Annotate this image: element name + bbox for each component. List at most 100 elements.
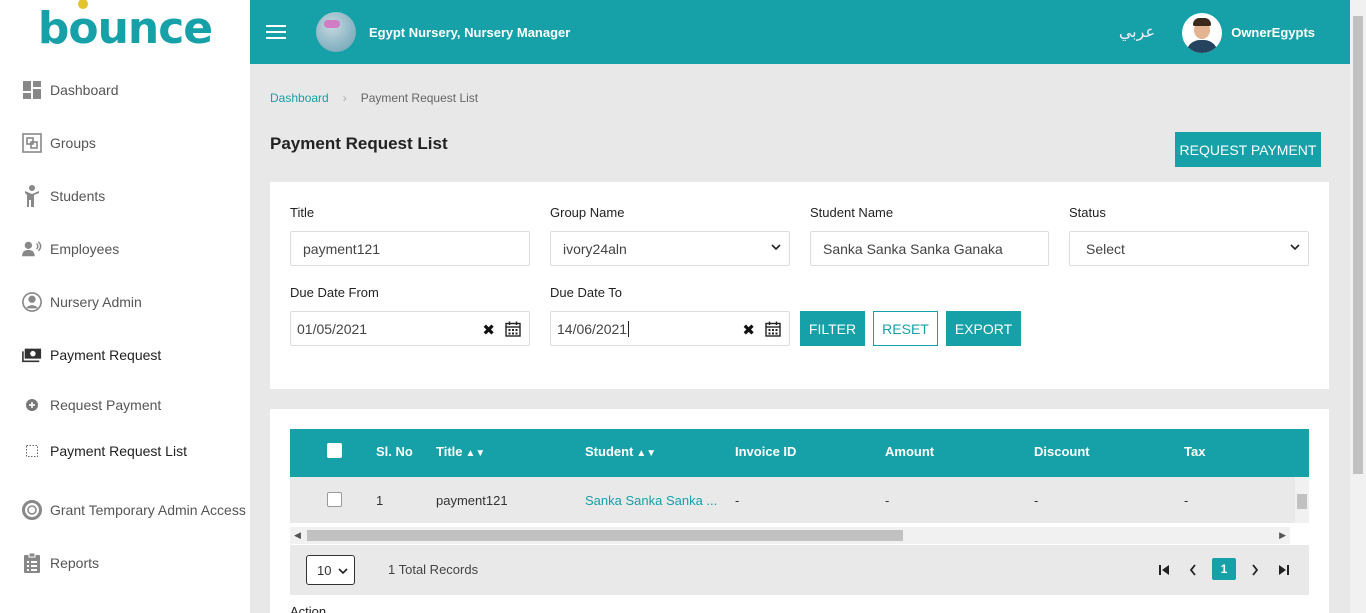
- cell-amount: -: [885, 493, 890, 508]
- due-date-from-value: 01/05/2021: [297, 320, 368, 337]
- table-vertical-scrollbar[interactable]: [1295, 477, 1309, 523]
- group-name-value: ivory24aln: [563, 240, 627, 257]
- text-cursor: [628, 320, 630, 337]
- column-student-label: Student: [585, 444, 634, 459]
- user-circle-icon: [22, 292, 42, 312]
- group-name-select[interactable]: ivory24aln: [550, 231, 790, 266]
- action-section-label: Action: [290, 604, 327, 613]
- sidebar-item-payment-request[interactable]: Payment Request: [0, 340, 250, 370]
- student-icon: [22, 185, 42, 207]
- employees-icon: [22, 239, 42, 259]
- cell-sl-no: 1: [376, 493, 384, 508]
- user-name[interactable]: OwnerEgypts: [1231, 25, 1315, 40]
- sort-icon[interactable]: ▲▼: [466, 448, 486, 459]
- breadcrumb: Dashboard › Payment Request List: [270, 91, 478, 105]
- student-name-label: Student Name: [810, 205, 894, 220]
- total-records: 1 Total Records: [388, 562, 479, 577]
- title-input-value: payment121: [303, 240, 381, 257]
- select-all-checkbox[interactable]: [327, 443, 342, 458]
- group-name-label: Group Name: [550, 205, 625, 220]
- dotted-square-icon: [24, 441, 40, 461]
- per-page-value: 10: [317, 562, 332, 578]
- sidebar-item-employees[interactable]: Employees: [0, 234, 250, 264]
- table-header: Sl. No Title ▲▼ Student ▲▼ Invoice ID Amou…: [290, 429, 1309, 477]
- row-checkbox[interactable]: [327, 492, 342, 507]
- request-payment-button[interactable]: REQUEST PAYMENT: [1175, 132, 1321, 167]
- due-date-to-value: 14/06/2021: [557, 320, 628, 337]
- status-select[interactable]: Select: [1069, 231, 1309, 266]
- breadcrumb-dashboard-link[interactable]: Dashboard: [270, 91, 329, 105]
- column-invoice-id: Invoice ID: [735, 444, 797, 459]
- clear-icon[interactable]: ✖: [742, 321, 755, 339]
- due-date-from-input[interactable]: 01/05/2021 ✖: [290, 311, 530, 346]
- column-title[interactable]: Title ▲▼: [436, 444, 485, 459]
- breadcrumb-current: Payment Request List: [360, 91, 479, 105]
- user-avatar[interactable]: [1182, 13, 1222, 53]
- sidebar-item-label: Dashboard: [50, 82, 119, 98]
- cell-title: payment121: [436, 493, 508, 508]
- cell-discount: -: [1034, 493, 1039, 508]
- sidebar-item-grant-access[interactable]: Grant Temporary Admin Access: [0, 495, 250, 525]
- last-page-icon[interactable]: [1278, 564, 1290, 576]
- sort-icon[interactable]: ▲▼: [636, 448, 656, 459]
- due-date-to-input[interactable]: 14/06/2021 ✖: [550, 311, 790, 346]
- sidebar-item-label: Groups: [50, 135, 96, 151]
- status-value: Select: [1086, 240, 1125, 257]
- sidebar-item-students[interactable]: Students: [0, 181, 250, 211]
- calendar-icon[interactable]: [505, 321, 521, 337]
- reset-button[interactable]: RESET: [873, 311, 938, 346]
- table-row[interactable]: 1 payment121 Sanka Sanka Sanka ... - - -…: [290, 477, 1309, 523]
- dashboard-icon: [22, 80, 42, 100]
- column-amount: Amount: [885, 444, 935, 459]
- bounce-logo[interactable]: bounce: [0, 0, 250, 64]
- sidebar-item-label: Payment Request: [50, 347, 162, 363]
- per-page-select[interactable]: 10: [306, 555, 355, 585]
- student-name-input[interactable]: Sanka Sanka Sanka Ganaka: [810, 231, 1049, 266]
- lifebuoy-icon: [22, 500, 42, 520]
- cell-tax: -: [1184, 493, 1189, 508]
- filter-panel: Title payment121 Group Name ivory24aln S…: [270, 182, 1329, 389]
- calendar-icon[interactable]: [765, 321, 781, 337]
- sidebar-item-request-payment[interactable]: Request Payment: [0, 390, 250, 420]
- sidebar-item-label: Reports: [50, 555, 100, 571]
- export-button[interactable]: EXPORT: [946, 311, 1021, 346]
- sidebar-item-nursery-admin[interactable]: Nursery Admin: [0, 287, 250, 317]
- sidebar-item-label: Request Payment: [50, 397, 162, 413]
- sidebar-item-groups[interactable]: Groups: [0, 128, 250, 158]
- chevron-down-icon: [1290, 244, 1300, 251]
- first-page-icon[interactable]: [1158, 564, 1170, 576]
- sidebar-item-payment-request-list[interactable]: Payment Request List: [0, 436, 250, 466]
- scroll-right-icon[interactable]: ▶: [1279, 530, 1286, 541]
- column-student[interactable]: Student ▲▼: [585, 444, 656, 459]
- chevron-down-icon: [338, 568, 348, 575]
- column-title-label: Title: [436, 444, 463, 459]
- sidebar-item-dashboard[interactable]: Dashboard: [0, 75, 250, 105]
- filter-button[interactable]: FILTER: [800, 311, 865, 346]
- sidebar: bounce Dashboard Groups Students Employe…: [0, 0, 250, 613]
- sidebar-item-reports[interactable]: Reports: [0, 548, 250, 578]
- top-header: Egypt Nursery, Nursery Manager عربي Owne…: [250, 0, 1350, 64]
- column-discount: Discount: [1034, 444, 1090, 459]
- page-number-current[interactable]: 1: [1212, 558, 1236, 580]
- plus-circle-icon: [24, 395, 40, 415]
- status-label: Status: [1069, 205, 1106, 220]
- page-scrollbar[interactable]: [1350, 0, 1366, 613]
- cell-student-link[interactable]: Sanka Sanka Sanka ...: [585, 493, 717, 508]
- sidebar-item-label: Grant Temporary Admin Access: [50, 502, 246, 518]
- sidebar-item-label: Payment Request List: [50, 443, 187, 459]
- clipboard-icon: [22, 552, 42, 573]
- previous-page-icon[interactable]: [1189, 564, 1197, 576]
- menu-icon[interactable]: [266, 25, 286, 39]
- money-icon: [22, 345, 42, 365]
- scroll-left-icon[interactable]: ◀: [294, 530, 301, 541]
- payment-request-table: Sl. No Title ▲▼ Student ▲▼ Invoice ID Amou…: [270, 409, 1329, 613]
- title-input[interactable]: payment121: [290, 231, 530, 266]
- language-toggle[interactable]: عربي: [1119, 22, 1155, 42]
- nursery-title: Egypt Nursery, Nursery Manager: [369, 24, 571, 40]
- nursery-avatar: [316, 12, 356, 52]
- table-horizontal-scrollbar[interactable]: ◀ ▶: [290, 527, 1290, 544]
- clear-icon[interactable]: ✖: [482, 321, 495, 339]
- sidebar-item-label: Nursery Admin: [50, 294, 142, 310]
- chevron-down-icon: [771, 244, 781, 251]
- next-page-icon[interactable]: [1251, 564, 1259, 576]
